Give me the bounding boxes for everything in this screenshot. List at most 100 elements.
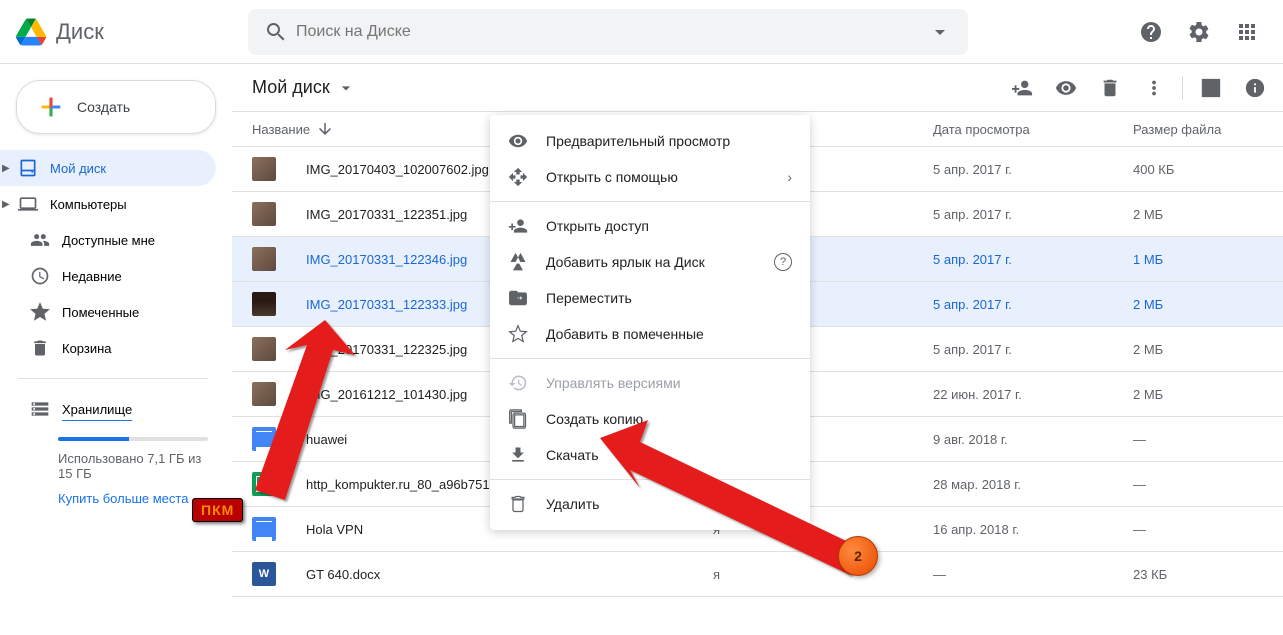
drive-logo-icon (16, 17, 46, 47)
menu-share[interactable]: Открыть доступ (490, 208, 810, 244)
caret-icon: ▶ (2, 163, 10, 174)
menu-download[interactable]: Скачать (490, 437, 810, 473)
grid-view-icon[interactable] (1191, 68, 1231, 108)
file-date: 22 июн. 2017 г. (933, 387, 1133, 402)
more-icon[interactable] (1134, 68, 1174, 108)
file-date: 16 апр. 2018 г. (933, 522, 1133, 537)
menu-versions: Управлять версиями (490, 365, 810, 401)
file-date: 5 апр. 2017 г. (933, 162, 1133, 177)
file-type-icon (252, 337, 276, 361)
drive-shortcut-icon (508, 252, 528, 272)
download-icon (508, 445, 528, 465)
file-type-icon (252, 157, 276, 181)
sidebar: Создать ▶ Мой диск ▶ Компьютеры Доступны… (0, 64, 232, 635)
nav-label: Хранилище (62, 402, 132, 417)
file-date: 5 апр. 2017 г. (933, 297, 1133, 312)
help-icon[interactable] (1131, 12, 1171, 52)
file-date: — (933, 567, 1133, 582)
toolbar-right (1002, 68, 1275, 108)
storage-bar (58, 437, 208, 441)
file-type-icon (252, 202, 276, 226)
menu-open-with[interactable]: Открыть с помощью› (490, 159, 810, 195)
app-name: Диск (56, 19, 104, 45)
nav-label: Мой диск (50, 161, 106, 176)
file-type-icon (252, 517, 276, 541)
menu-copy[interactable]: Создать копию (490, 401, 810, 437)
share-icon[interactable] (1002, 68, 1042, 108)
caret-icon: ▶ (2, 199, 10, 210)
search-box[interactable] (248, 9, 968, 55)
preview-icon[interactable] (1046, 68, 1086, 108)
header: Диск (0, 0, 1283, 64)
buy-more-link[interactable]: Купить больше места (58, 491, 208, 506)
trash-icon (30, 338, 50, 358)
trash-icon (508, 494, 528, 514)
menu-divider (490, 479, 810, 480)
chevron-right-icon: › (787, 169, 792, 185)
file-size: 2 МБ (1133, 207, 1263, 222)
file-date: 5 апр. 2017 г. (933, 207, 1133, 222)
col-size[interactable]: Размер файла (1133, 122, 1263, 137)
nav-label: Недавние (62, 269, 122, 284)
search-options-icon[interactable] (920, 12, 960, 52)
breadcrumb[interactable]: Мой диск (252, 77, 356, 98)
file-size: 23 КБ (1133, 567, 1263, 582)
file-name: GT 640.docx (306, 567, 713, 582)
nav-label: Компьютеры (50, 197, 127, 212)
file-size: 2 МБ (1133, 297, 1263, 312)
file-type-icon: W (252, 562, 276, 586)
storage-info: Использовано 7,1 ГБ из 15 ГБ Купить боль… (0, 437, 232, 506)
create-label: Создать (77, 99, 130, 115)
sort-arrow-icon (316, 120, 334, 138)
sidebar-item-starred[interactable]: Помеченные (0, 294, 216, 330)
menu-delete[interactable]: Удалить (490, 486, 810, 522)
sidebar-item-computers[interactable]: ▶ Компьютеры (0, 186, 216, 222)
menu-star[interactable]: Добавить в помеченные (490, 316, 810, 352)
sidebar-item-my-drive[interactable]: ▶ Мой диск (0, 150, 216, 186)
star-icon (508, 324, 528, 344)
move-icon (508, 288, 528, 308)
logo-section[interactable]: Диск (16, 17, 248, 47)
sidebar-item-shared[interactable]: Доступные мне (0, 222, 216, 258)
help-icon[interactable]: ? (774, 253, 792, 271)
computers-icon (18, 194, 38, 214)
menu-add-shortcut[interactable]: Добавить ярлык на Диск? (490, 244, 810, 280)
file-date: 5 апр. 2017 г. (933, 252, 1133, 267)
sidebar-item-recent[interactable]: Недавние (0, 258, 216, 294)
file-size: 2 МБ (1133, 387, 1263, 402)
apps-icon[interactable] (1227, 12, 1267, 52)
menu-preview[interactable]: Предварительный просмотр (490, 123, 810, 159)
nav-label: Доступные мне (62, 233, 155, 248)
file-row[interactable]: W GT 640.docx я — 23 КБ (232, 552, 1283, 597)
history-icon (508, 373, 528, 393)
menu-move[interactable]: Переместить (490, 280, 810, 316)
create-button[interactable]: Создать (16, 80, 216, 134)
search-input[interactable] (296, 23, 920, 41)
file-type-icon (252, 382, 276, 406)
breadcrumb-label: Мой диск (252, 77, 330, 98)
settings-icon[interactable] (1179, 12, 1219, 52)
plus-icon (37, 93, 65, 121)
drive-icon (18, 158, 38, 178)
sidebar-item-storage[interactable]: Хранилище (0, 391, 216, 427)
file-date: 9 авг. 2018 г. (933, 432, 1133, 447)
chevron-down-icon (336, 78, 356, 98)
header-right (1131, 12, 1267, 52)
file-size: 1 МБ (1133, 252, 1263, 267)
menu-divider (490, 201, 810, 202)
annotation-pkm-badge: ПКМ (192, 498, 243, 522)
info-icon[interactable] (1235, 68, 1275, 108)
col-date[interactable]: Дата просмотра (933, 122, 1133, 137)
copy-icon (508, 409, 528, 429)
storage-text: Использовано 7,1 ГБ из 15 ГБ (58, 451, 208, 481)
file-type-icon (252, 292, 276, 316)
sidebar-item-trash[interactable]: Корзина (0, 330, 216, 366)
menu-divider (490, 358, 810, 359)
nav-label: Корзина (62, 341, 112, 356)
file-type-icon (252, 472, 276, 496)
file-size: 400 КБ (1133, 162, 1263, 177)
star-icon (30, 302, 50, 322)
delete-icon[interactable] (1090, 68, 1130, 108)
search-icon[interactable] (256, 12, 296, 52)
file-type-icon (252, 247, 276, 271)
